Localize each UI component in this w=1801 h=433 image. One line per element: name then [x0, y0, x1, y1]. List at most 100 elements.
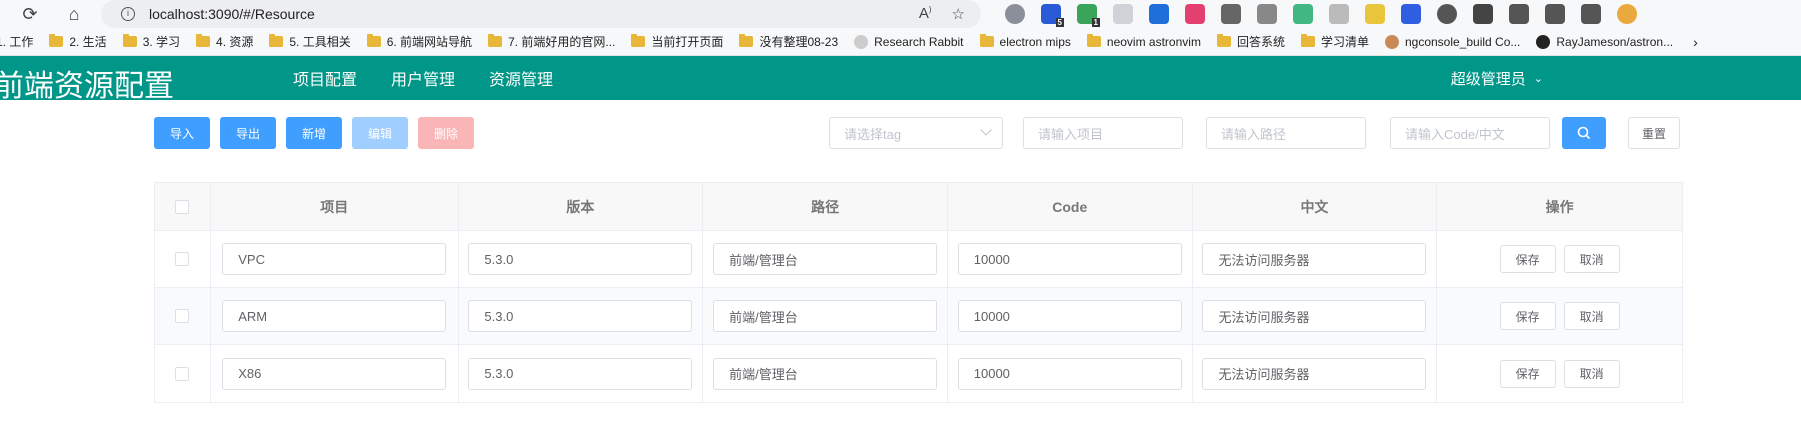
bookmark-item[interactable]: ngconsole_build Co...	[1384, 34, 1520, 49]
version-input[interactable]: 5.3.0	[468, 300, 693, 332]
code-input[interactable]: 10000	[957, 243, 1182, 275]
bookmark-item[interactable]: 6. 前端网站导航	[366, 33, 472, 50]
bookmark-item[interactable]: 3. 学习	[122, 33, 180, 50]
extension-icon[interactable]: 1	[1077, 4, 1100, 27]
menu-item-project-config[interactable]: 项目配置	[293, 66, 357, 90]
extension-icon[interactable]: 5	[1041, 4, 1064, 27]
save-button[interactable]: 保存	[1499, 359, 1556, 388]
project-cell: VPC	[211, 231, 459, 287]
folder-icon	[196, 34, 211, 47]
bookmark-item[interactable]: 2. 生活	[49, 33, 107, 50]
row-checkbox[interactable]	[175, 252, 190, 266]
table-header-row: 项目 版本 路径 Code 中文 操作	[155, 183, 1682, 231]
extension-icon[interactable]	[1149, 4, 1169, 24]
extension-icon[interactable]	[1005, 4, 1025, 24]
user-menu[interactable]: 超级管理员 ⌄	[1451, 56, 1543, 100]
menu-item-resource-management[interactable]: 资源管理	[489, 66, 553, 90]
select-all-cell	[155, 183, 211, 230]
column-header-version: 版本	[459, 183, 704, 230]
version-input[interactable]: 5.3.0	[468, 357, 693, 390]
code-input[interactable]: 10000	[957, 300, 1182, 332]
project-search-input[interactable]: 请输入项目	[1023, 117, 1183, 149]
collections-icon[interactable]	[1545, 4, 1565, 24]
path-input[interactable]: 前端/管理台	[713, 300, 938, 332]
cancel-button[interactable]: 取消	[1563, 359, 1620, 388]
code-cell: 10000	[948, 231, 1193, 287]
table-row: ARM 5.3.0 前端/管理台 10000 无法访问服务器 保存 取消	[155, 288, 1682, 345]
version-input[interactable]: 5.3.0	[468, 243, 693, 275]
favorite-star-icon[interactable]: ☆	[952, 5, 965, 23]
path-input[interactable]: 前端/管理台	[713, 357, 938, 390]
row-checkbox[interactable]	[175, 366, 190, 381]
tag-select[interactable]: 请选择tag	[829, 117, 1003, 149]
project-input[interactable]: ARM	[222, 300, 447, 332]
chevron-down-icon: ⌄	[1533, 72, 1543, 85]
cancel-button[interactable]: 取消	[1563, 245, 1620, 273]
bookmark-item[interactable]: RayJameson/astron...	[1536, 34, 1673, 49]
address-bar[interactable]: i localhost:3090/#/Resource A) ☆	[101, 0, 981, 28]
folder-icon	[269, 34, 284, 47]
chinese-input[interactable]: 无法访问服务器	[1202, 357, 1427, 390]
import-button[interactable]: 导入	[154, 117, 210, 149]
cancel-button[interactable]: 取消	[1563, 302, 1620, 330]
code-cell: 10000	[948, 288, 1193, 344]
select-all-checkbox[interactable]	[175, 199, 190, 214]
edit-button[interactable]: 编辑	[352, 117, 408, 149]
extensions-puzzle-icon[interactable]	[1437, 4, 1457, 24]
browser-essentials-icon[interactable]	[1581, 4, 1601, 24]
bookmark-item[interactable]: 学习清单	[1300, 33, 1369, 50]
bookmark-item[interactable]: 没有整理08-23	[739, 33, 838, 50]
extension-icon[interactable]	[1365, 4, 1385, 24]
bookmark-item[interactable]: 5. 工具相关	[269, 33, 351, 50]
favorites-icon[interactable]	[1509, 4, 1529, 24]
home-icon[interactable]: ⌂	[60, 0, 88, 28]
save-button[interactable]: 保存	[1499, 245, 1556, 273]
extension-icon[interactable]	[1257, 4, 1277, 24]
chinese-input[interactable]: 无法访问服务器	[1202, 243, 1427, 275]
read-aloud-icon[interactable]: A)	[919, 5, 932, 23]
project-input[interactable]: VPC	[222, 243, 447, 275]
bookmark-item[interactable]: neovim astronvim	[1086, 34, 1201, 49]
bookmark-item[interactable]: electron mips	[979, 34, 1071, 49]
extension-icon[interactable]	[1221, 4, 1241, 24]
bookmark-item[interactable]: 回答系统	[1216, 33, 1285, 50]
site-info-icon[interactable]: i	[121, 7, 135, 21]
chinese-cell: 无法访问服务器	[1193, 288, 1438, 344]
bookmark-item[interactable]: 当前打开页面	[631, 33, 723, 50]
vue-devtools-icon[interactable]	[1293, 4, 1313, 24]
row-checkbox[interactable]	[175, 309, 190, 323]
reload-icon[interactable]: ⟳	[16, 0, 44, 28]
split-screen-icon[interactable]	[1473, 4, 1493, 24]
search-icon	[1577, 126, 1591, 140]
bookmark-item[interactable]: 7. 前端好用的官网...	[488, 33, 615, 50]
extension-icon[interactable]	[1185, 4, 1205, 24]
chinese-input[interactable]: 无法访问服务器	[1202, 300, 1427, 332]
save-button[interactable]: 保存	[1499, 302, 1556, 330]
bookmark-item[interactable]: 4. 资源	[196, 33, 253, 50]
reset-button[interactable]: 重置	[1628, 117, 1680, 149]
row-select-cell	[155, 345, 211, 402]
export-button[interactable]: 导出	[220, 117, 276, 149]
folder-icon	[979, 34, 994, 47]
project-input[interactable]: X86	[222, 357, 447, 390]
bookmark-item[interactable]: Research Rabbit	[854, 34, 964, 49]
menu-item-user-management[interactable]: 用户管理	[391, 66, 455, 90]
path-search-input[interactable]: 请输入路径	[1206, 117, 1366, 149]
extension-icon[interactable]	[1329, 4, 1349, 24]
extension-icon[interactable]	[1113, 4, 1133, 24]
profile-avatar[interactable]	[1617, 4, 1637, 24]
version-cell: 5.3.0	[459, 288, 704, 344]
folder-icon	[122, 34, 137, 47]
code-search-input[interactable]: 请输入Code/中文	[1390, 117, 1550, 149]
more-bookmarks-chevron-icon[interactable]: ›	[1693, 34, 1698, 50]
code-input[interactable]: 10000	[957, 357, 1182, 390]
search-button[interactable]	[1562, 117, 1606, 149]
row-select-cell	[155, 288, 211, 344]
bookmark-item[interactable]: 1. 工作	[0, 33, 33, 50]
delete-button[interactable]: 删除	[418, 117, 474, 149]
extension-icon[interactable]	[1401, 4, 1421, 24]
folder-icon	[631, 34, 646, 47]
add-button[interactable]: 新增	[286, 117, 342, 149]
path-input[interactable]: 前端/管理台	[713, 243, 938, 275]
version-cell: 5.3.0	[459, 231, 704, 287]
